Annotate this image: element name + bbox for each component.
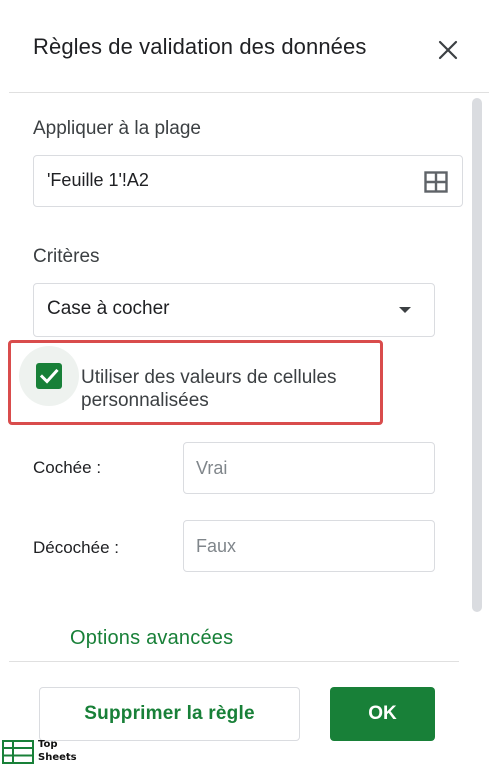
panel-title: Règles de validation des données <box>33 34 367 59</box>
ok-button[interactable]: OK <box>330 687 435 741</box>
watermark: Top Sheets <box>2 738 82 766</box>
checked-label: Cochée : <box>33 458 102 477</box>
range-value: 'Feuille 1'!A2 <box>47 170 149 190</box>
criteria-dropdown[interactable]: Case à cocher <box>33 283 435 337</box>
watermark-text: Top Sheets <box>38 738 77 764</box>
watermark-line1: Top <box>38 739 58 750</box>
unchecked-label: Décochée : <box>33 538 119 557</box>
custom-values-checkbox[interactable] <box>36 363 62 389</box>
criteria-selected-value: Case à cocher <box>47 298 170 319</box>
watermark-line2: Sheets <box>38 752 77 763</box>
checkmark-icon <box>39 368 59 384</box>
data-validation-panel: Règles de validation des données Appliqu… <box>0 0 499 766</box>
scrollbar-thumb[interactable] <box>472 98 482 612</box>
delete-rule-button[interactable]: Supprimer la règle <box>39 687 300 741</box>
close-button[interactable] <box>434 36 462 64</box>
close-icon <box>438 40 458 60</box>
advanced-options-link[interactable]: Options avancées <box>70 627 233 650</box>
header-divider <box>9 92 489 93</box>
footer-divider <box>9 661 459 662</box>
custom-values-label[interactable]: Utiliser des valeurs de cellules personn… <box>81 366 371 412</box>
checked-value-input[interactable] <box>183 442 435 494</box>
range-field[interactable]: 'Feuille 1'!A2 <box>33 155 463 207</box>
dropdown-arrow-icon <box>399 307 411 313</box>
criteria-label: Critères <box>33 246 100 267</box>
sheets-logo-icon <box>2 740 34 764</box>
grid-select-icon[interactable] <box>424 171 448 193</box>
range-label: Appliquer à la plage <box>33 118 201 139</box>
unchecked-value-input[interactable] <box>183 520 435 572</box>
